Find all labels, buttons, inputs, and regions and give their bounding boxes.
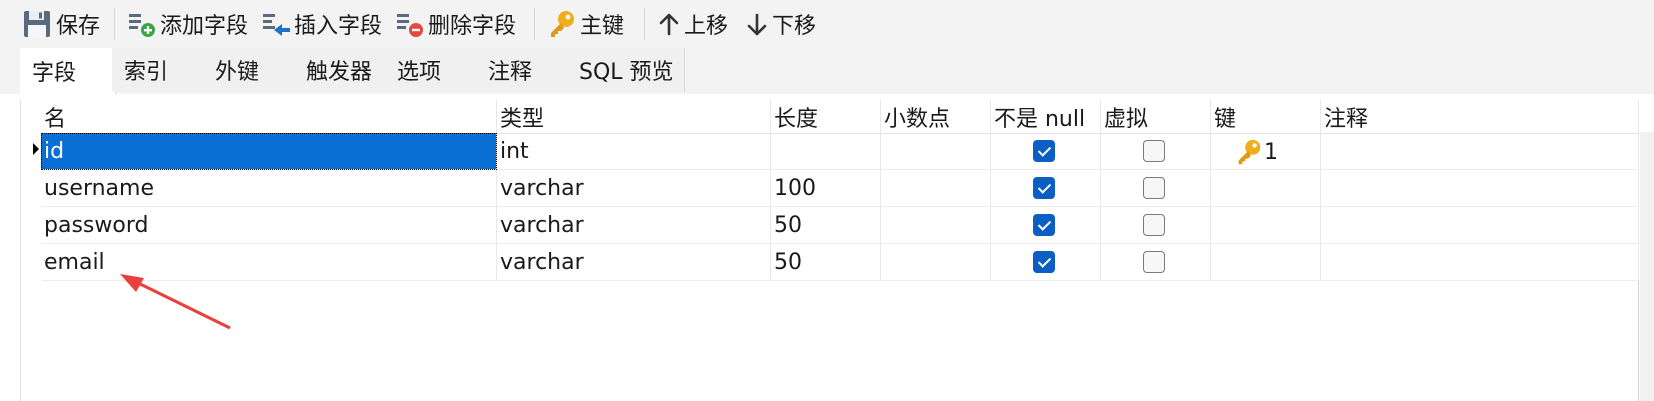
add-field-button[interactable]: 添加字段 [126,4,248,44]
toolbar-separator [644,8,645,40]
cell-key[interactable] [1211,170,1321,207]
move-up-button[interactable]: 上移 [656,4,728,44]
save-label: 保存 [56,14,101,39]
tab-comments[interactable]: 注释 [476,48,568,92]
column-header-length[interactable]: 长度 [771,100,881,134]
insert-field-icon [260,8,292,40]
not-null-checkbox[interactable] [1033,177,1055,199]
cell-not-null [991,170,1101,207]
tab-sql-preview[interactable]: SQL 预览 [567,48,685,92]
cell-length[interactable]: 50 [771,244,881,281]
cell-comment[interactable] [1321,244,1639,281]
cell-type[interactable]: int [497,133,771,170]
key-icon [546,8,578,40]
column-header-comment[interactable]: 注释 [1321,100,1639,134]
virtual-checkbox[interactable] [1143,140,1165,162]
move-up-label: 上移 [684,14,729,39]
primary-key-label: 主键 [580,14,625,39]
key-icon [1238,139,1261,165]
row-header-divider [20,100,21,401]
insert-field-label: 插入字段 [294,14,383,39]
column-header-type[interactable]: 类型 [497,100,771,134]
cell-name[interactable]: username [41,170,497,207]
cell-decimals[interactable] [881,170,991,207]
virtual-checkbox[interactable] [1143,177,1165,199]
cell-length[interactable]: 100 [771,170,881,207]
save-icon [22,8,54,40]
tab-label: 选项 [397,60,442,85]
column-header-key[interactable]: 键 [1211,100,1321,134]
column-header-name[interactable]: 名 [41,100,497,134]
cell-not-null [991,207,1101,244]
current-row-indicator [33,143,39,155]
delete-field-label: 删除字段 [428,14,517,39]
tab-fields[interactable]: 字段 [20,48,116,94]
add-field-icon [126,8,158,40]
vertical-scrollbar[interactable] [1640,132,1654,401]
cell-length[interactable] [771,133,881,170]
tab-label: 外键 [215,60,260,85]
cell-comment[interactable] [1321,207,1639,244]
arrow-down-icon [744,8,770,40]
not-null-checkbox[interactable] [1033,140,1055,162]
key-order: 1 [1264,139,1278,165]
cell-decimals[interactable] [881,244,991,281]
cell-decimals[interactable] [881,207,991,244]
virtual-checkbox[interactable] [1143,251,1165,273]
insert-field-button[interactable]: 插入字段 [260,4,382,44]
move-down-label: 下移 [772,14,817,39]
cell-not-null [991,133,1101,170]
toolbar-separator [114,8,115,40]
tab-foreign-keys[interactable]: 外键 [203,48,295,92]
not-null-checkbox[interactable] [1033,251,1055,273]
tab-label: 注释 [488,60,533,85]
cell-name[interactable]: id [41,133,497,170]
cell-name[interactable]: password [41,207,497,244]
cell-decimals[interactable] [881,133,991,170]
tab-label: 索引 [124,60,169,85]
tab-label: SQL 预览 [579,60,674,85]
tab-label: 触发器 [306,60,373,85]
column-header-virtual[interactable]: 虚拟 [1101,100,1211,134]
cell-comment[interactable] [1321,170,1639,207]
primary-key-marker: 1 [1234,137,1278,167]
delete-field-button[interactable]: 删除字段 [394,4,516,44]
tab-triggers[interactable]: 触发器 [294,48,386,92]
not-null-checkbox[interactable] [1033,214,1055,236]
cell-virtual [1101,133,1211,170]
cell-type[interactable]: varchar [497,207,771,244]
column-header-not-null[interactable]: 不是 null [991,100,1101,134]
cell-comment[interactable] [1321,133,1639,170]
toolbar-separator [534,8,535,40]
add-field-label: 添加字段 [160,14,249,39]
cell-key[interactable]: 1 [1211,133,1321,170]
move-down-button[interactable]: 下移 [744,4,816,44]
primary-key-button[interactable]: 主键 [546,4,624,44]
virtual-checkbox[interactable] [1143,214,1165,236]
tab-options[interactable]: 选项 [385,48,477,92]
arrow-up-icon [656,8,682,40]
cell-not-null [991,244,1101,281]
cell-length[interactable]: 50 [771,207,881,244]
cell-type[interactable]: varchar [497,244,771,281]
tab-bar: 字段 索引 外键 触发器 选项 注释 SQL 预览 [0,48,1654,94]
save-button[interactable]: 保存 [22,4,100,44]
cell-type[interactable]: varchar [497,170,771,207]
cell-virtual [1101,207,1211,244]
annotation-arrow [120,274,231,330]
toolbar: 保存 添加字段 插入字段 删除字段 主键 上移 下移 [0,0,1654,48]
cell-virtual [1101,170,1211,207]
tab-label: 字段 [32,61,77,86]
cell-key[interactable] [1211,244,1321,281]
cell-key[interactable] [1211,207,1321,244]
column-header-decimals[interactable]: 小数点 [881,100,991,134]
cell-virtual [1101,244,1211,281]
tab-indexes[interactable]: 索引 [112,48,204,92]
delete-field-icon [394,8,426,40]
